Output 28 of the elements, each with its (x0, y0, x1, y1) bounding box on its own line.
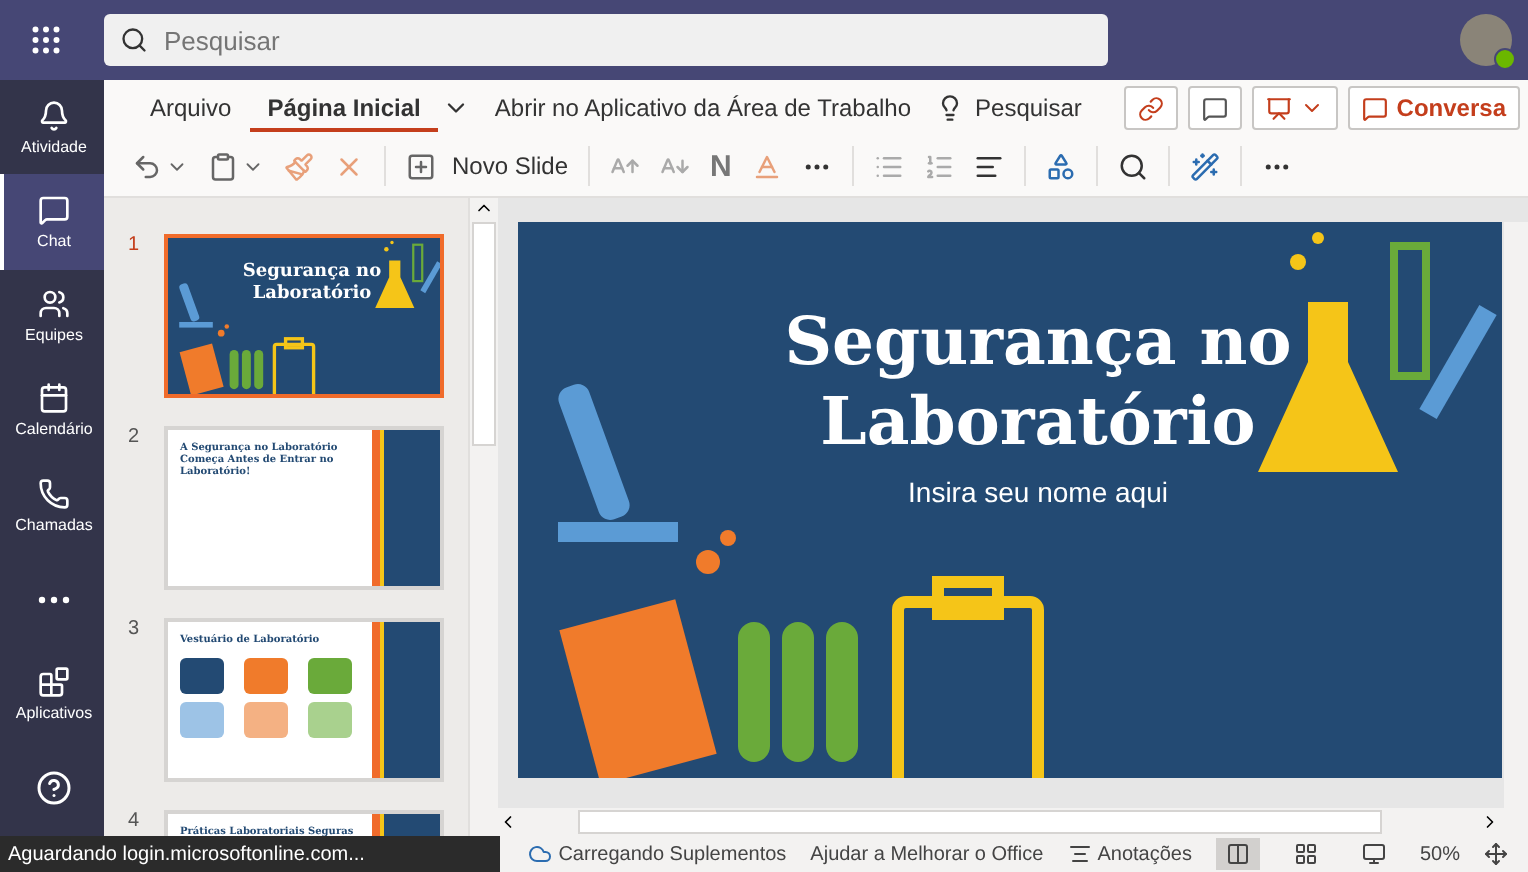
search-field[interactable]: Pesquisar (104, 14, 1108, 66)
thumbnail-title: Segurança no Laboratório (240, 262, 384, 306)
notes-button[interactable]: Anotações (1067, 842, 1192, 866)
help-improve-link[interactable]: Ajudar a Melhorar o Office (810, 843, 1044, 865)
rail-item[interactable]: Equipes (0, 269, 104, 364)
ribbon-tab[interactable]: Arquivo (132, 84, 250, 132)
slide-subtitle[interactable]: Insira seu nome aqui (908, 476, 1168, 509)
slide-number: 2 (128, 426, 142, 452)
apps-button[interactable]: Aplicativos (0, 647, 104, 742)
slide-number: 3 (128, 618, 142, 644)
slide-thumbnail[interactable]: Segurança no Laboratório (168, 238, 440, 394)
status-tooltip: Aguardando login.microsoftonline.com... (0, 836, 500, 872)
new-slide-button[interactable]: Novo Slide (406, 151, 569, 181)
rail-item[interactable]: Chamadas (0, 458, 104, 553)
bold-button[interactable]: N (710, 149, 732, 183)
slide-number: 4 (128, 810, 142, 836)
slide-title[interactable]: Segurança no Laboratório (738, 302, 1338, 461)
open-desktop-app-link[interactable]: Abrir no Aplicativo da Área de Trabalho (482, 84, 924, 132)
slide-number: 1 (128, 234, 142, 260)
slide-canvas[interactable]: Segurança no Laboratório Insira seu nome aqui (518, 222, 1502, 778)
ribbon-tab[interactable]: Página Inicial (249, 84, 439, 132)
search-button[interactable]: Pesquisar (923, 84, 1094, 132)
rail-item[interactable]: Chat (0, 174, 104, 269)
rail-item[interactable]: Atividade (0, 80, 104, 175)
rail-item[interactable]: Calendário (0, 363, 104, 458)
conversation-button[interactable]: Conversa (1348, 86, 1520, 130)
addins-status: Carregando Suplementos (528, 842, 787, 866)
zoom-level[interactable]: 50% (1419, 843, 1460, 865)
